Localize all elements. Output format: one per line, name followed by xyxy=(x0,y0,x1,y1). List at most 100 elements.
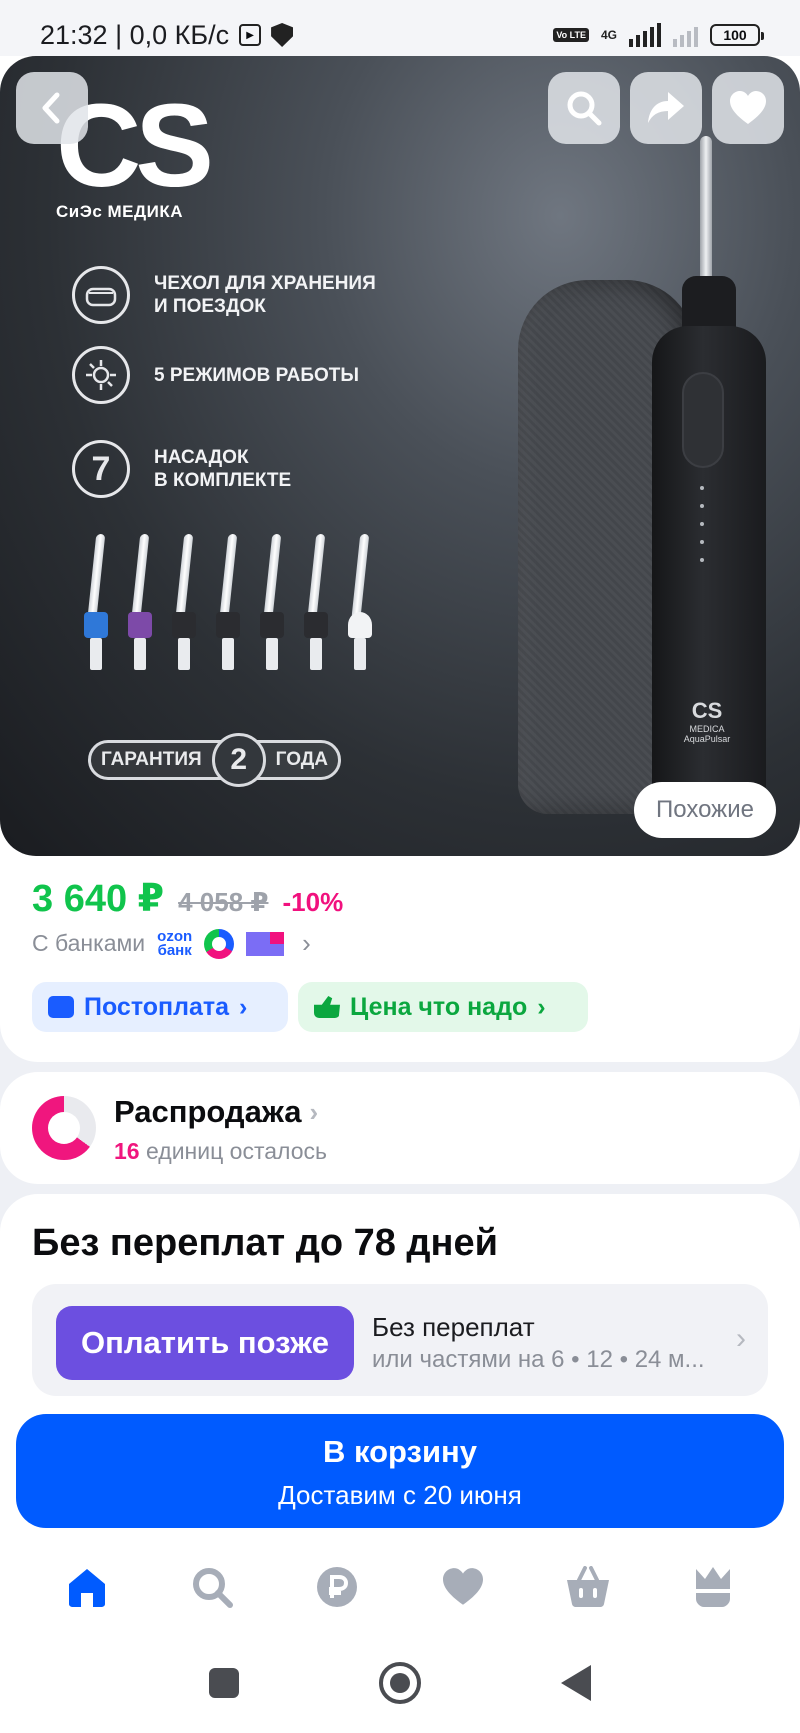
shield-icon xyxy=(271,23,294,47)
back-button[interactable] xyxy=(16,72,88,144)
warranty-right: ГОДА xyxy=(275,749,328,770)
good-price-label: Цена что надо xyxy=(350,992,528,1021)
thumbs-up-icon xyxy=(314,996,340,1018)
cart-bar: В корзину Доставим с 20 июня xyxy=(0,1402,800,1542)
feature-nozzles: 7 НАСАДОК В КОМПЛЕКТЕ xyxy=(72,440,291,498)
search-icon xyxy=(567,91,602,126)
device-brand: CS MEDICA AquaPulsar xyxy=(672,698,742,744)
nav-favorites[interactable] xyxy=(433,1557,493,1617)
network-type: 4G xyxy=(600,28,617,42)
sale-title: Распродажа › xyxy=(114,1094,318,1130)
chevron-right-icon: › xyxy=(302,928,311,958)
chevron-right-icon: › xyxy=(537,992,546,1021)
sale-remaining: 16 единиц осталось xyxy=(114,1138,327,1165)
battery-icon: 100 xyxy=(710,24,764,46)
favorite-button[interactable] xyxy=(712,72,784,144)
back-nav-button[interactable] xyxy=(561,1664,591,1701)
device-power-button xyxy=(682,372,724,468)
seven-icon: 7 xyxy=(72,440,130,498)
home-icon xyxy=(68,1569,105,1607)
nozzle-black xyxy=(304,534,328,670)
heart-icon xyxy=(730,91,766,124)
add-to-cart-label: В корзину xyxy=(322,1434,477,1469)
device-brand-logo: CS xyxy=(691,698,723,723)
sale-count: 16 xyxy=(114,1138,140,1164)
nav-profile[interactable] xyxy=(683,1557,743,1617)
banks-label: С банками xyxy=(32,930,146,956)
installments-line2: или частями на 6 • 12 • 24 м... xyxy=(372,1346,705,1373)
feature-nozzles-text: НАСАДОК В КОМПЛЕКТЕ xyxy=(154,447,292,491)
feature-case-text: ЧЕХОЛ ДЛЯ ХРАНЕНИЯ И ПОЕЗДОК xyxy=(154,273,376,317)
media-icon: ▶ xyxy=(239,24,262,46)
nozzle-purple xyxy=(128,534,152,670)
price-row: 3 640 ₽ 4 058 ₽ -10% xyxy=(32,876,343,921)
search-icon xyxy=(192,1568,233,1608)
postpay-label: Постоплата xyxy=(84,992,230,1021)
nav-cart[interactable] xyxy=(558,1557,618,1617)
warranty-badge: ГАРАНТИЯ 2 ГОДА xyxy=(88,733,341,787)
basket-icon xyxy=(566,1566,609,1607)
chevron-right-icon: › xyxy=(309,1096,319,1127)
postpay-chip[interactable]: Постоплата › xyxy=(32,982,288,1032)
nav-finance[interactable] xyxy=(307,1557,367,1617)
crown-icon xyxy=(696,1567,731,1607)
signal-icon xyxy=(629,23,661,47)
installments-line1: Без переплат xyxy=(372,1312,535,1342)
nozzle-set xyxy=(84,534,372,670)
nozzle-blue xyxy=(84,534,108,670)
warranty-number: 2 xyxy=(211,733,266,787)
price-current: 3 640 ₽ xyxy=(32,878,165,920)
nozzle-white xyxy=(348,534,372,670)
nav-search[interactable] xyxy=(182,1557,242,1617)
product-card: CS СиЭс МЕДИКА ЧЕХОЛ ДЛЯ ХРАНЕНИЯ И ПОЕЗ… xyxy=(0,56,800,1062)
device-brand-sub: MEDICA xyxy=(689,724,725,734)
device-model: AquaPulsar xyxy=(683,734,731,744)
bank-logo-flag xyxy=(246,931,285,956)
feature-case: ЧЕХОЛ ДЛЯ ХРАНЕНИЯ И ПОЕЗДОК xyxy=(72,266,376,324)
modes-icon xyxy=(72,346,130,404)
share-button[interactable] xyxy=(630,72,702,144)
price-discount: -10% xyxy=(282,887,344,917)
card-icon xyxy=(48,996,74,1018)
bank-offers[interactable]: С банками ozon банк › xyxy=(32,928,311,959)
price-old: 4 058 ₽ xyxy=(178,887,269,917)
installments-title: Без переплат до 78 дней xyxy=(32,1222,499,1264)
installments-option[interactable]: Оплатить позже Без переплат или частями … xyxy=(32,1284,768,1396)
status-right-icons: Vo LTE 4G 100 xyxy=(553,23,764,47)
warranty-left: ГАРАНТИЯ xyxy=(101,749,202,770)
ozon-bank-logo: ozon банк xyxy=(157,927,193,959)
recents-button[interactable] xyxy=(209,1667,239,1698)
chevron-left-icon xyxy=(42,92,60,124)
feature-modes-text: 5 РЕЖИМОВ РАБОТЫ xyxy=(154,364,359,386)
good-price-chip[interactable]: Цена что надо › xyxy=(298,982,588,1032)
volte-icon: Vo LTE xyxy=(553,28,589,42)
device-tip xyxy=(700,136,712,284)
sale-remaining-text: единиц осталось xyxy=(145,1138,327,1164)
sale-progress-icon xyxy=(32,1096,96,1160)
installments-card: Без переплат до 78 дней Оплатить позже Б… xyxy=(0,1194,800,1414)
similar-button[interactable]: Похожие xyxy=(634,782,776,838)
case-icon xyxy=(72,266,130,324)
product-image[interactable]: CS СиЭс МЕДИКА ЧЕХОЛ ДЛЯ ХРАНЕНИЯ И ПОЕЗ… xyxy=(0,56,800,856)
search-button[interactable] xyxy=(548,72,620,144)
sale-title-text: Распродажа xyxy=(114,1094,302,1129)
bottom-nav xyxy=(0,1542,800,1632)
feature-modes: 5 РЕЖИМОВ РАБОТЫ xyxy=(72,346,359,404)
chevron-right-icon: › xyxy=(736,1322,746,1355)
home-button[interactable] xyxy=(379,1661,421,1704)
heart-icon xyxy=(442,1568,483,1605)
bank-logo-circle xyxy=(204,928,235,959)
delivery-date: Доставим с 20 июня xyxy=(278,1480,522,1510)
add-to-cart-button[interactable]: В корзину Доставим с 20 июня xyxy=(16,1414,784,1528)
system-nav xyxy=(0,1632,800,1733)
nav-home[interactable] xyxy=(57,1557,117,1617)
status-time: 21:32 | 0,0 КБ/с xyxy=(40,19,230,50)
sale-card[interactable]: Распродажа › 16 единиц осталось xyxy=(0,1072,800,1184)
status-left-icons: ▶ xyxy=(239,23,294,47)
chevron-right-icon: › xyxy=(239,992,248,1021)
nozzle-black xyxy=(216,534,240,670)
nozzle-black xyxy=(172,534,196,670)
signal-2-icon xyxy=(673,23,698,47)
share-icon xyxy=(648,92,684,123)
pay-later-button[interactable]: Оплатить позже xyxy=(56,1306,354,1380)
